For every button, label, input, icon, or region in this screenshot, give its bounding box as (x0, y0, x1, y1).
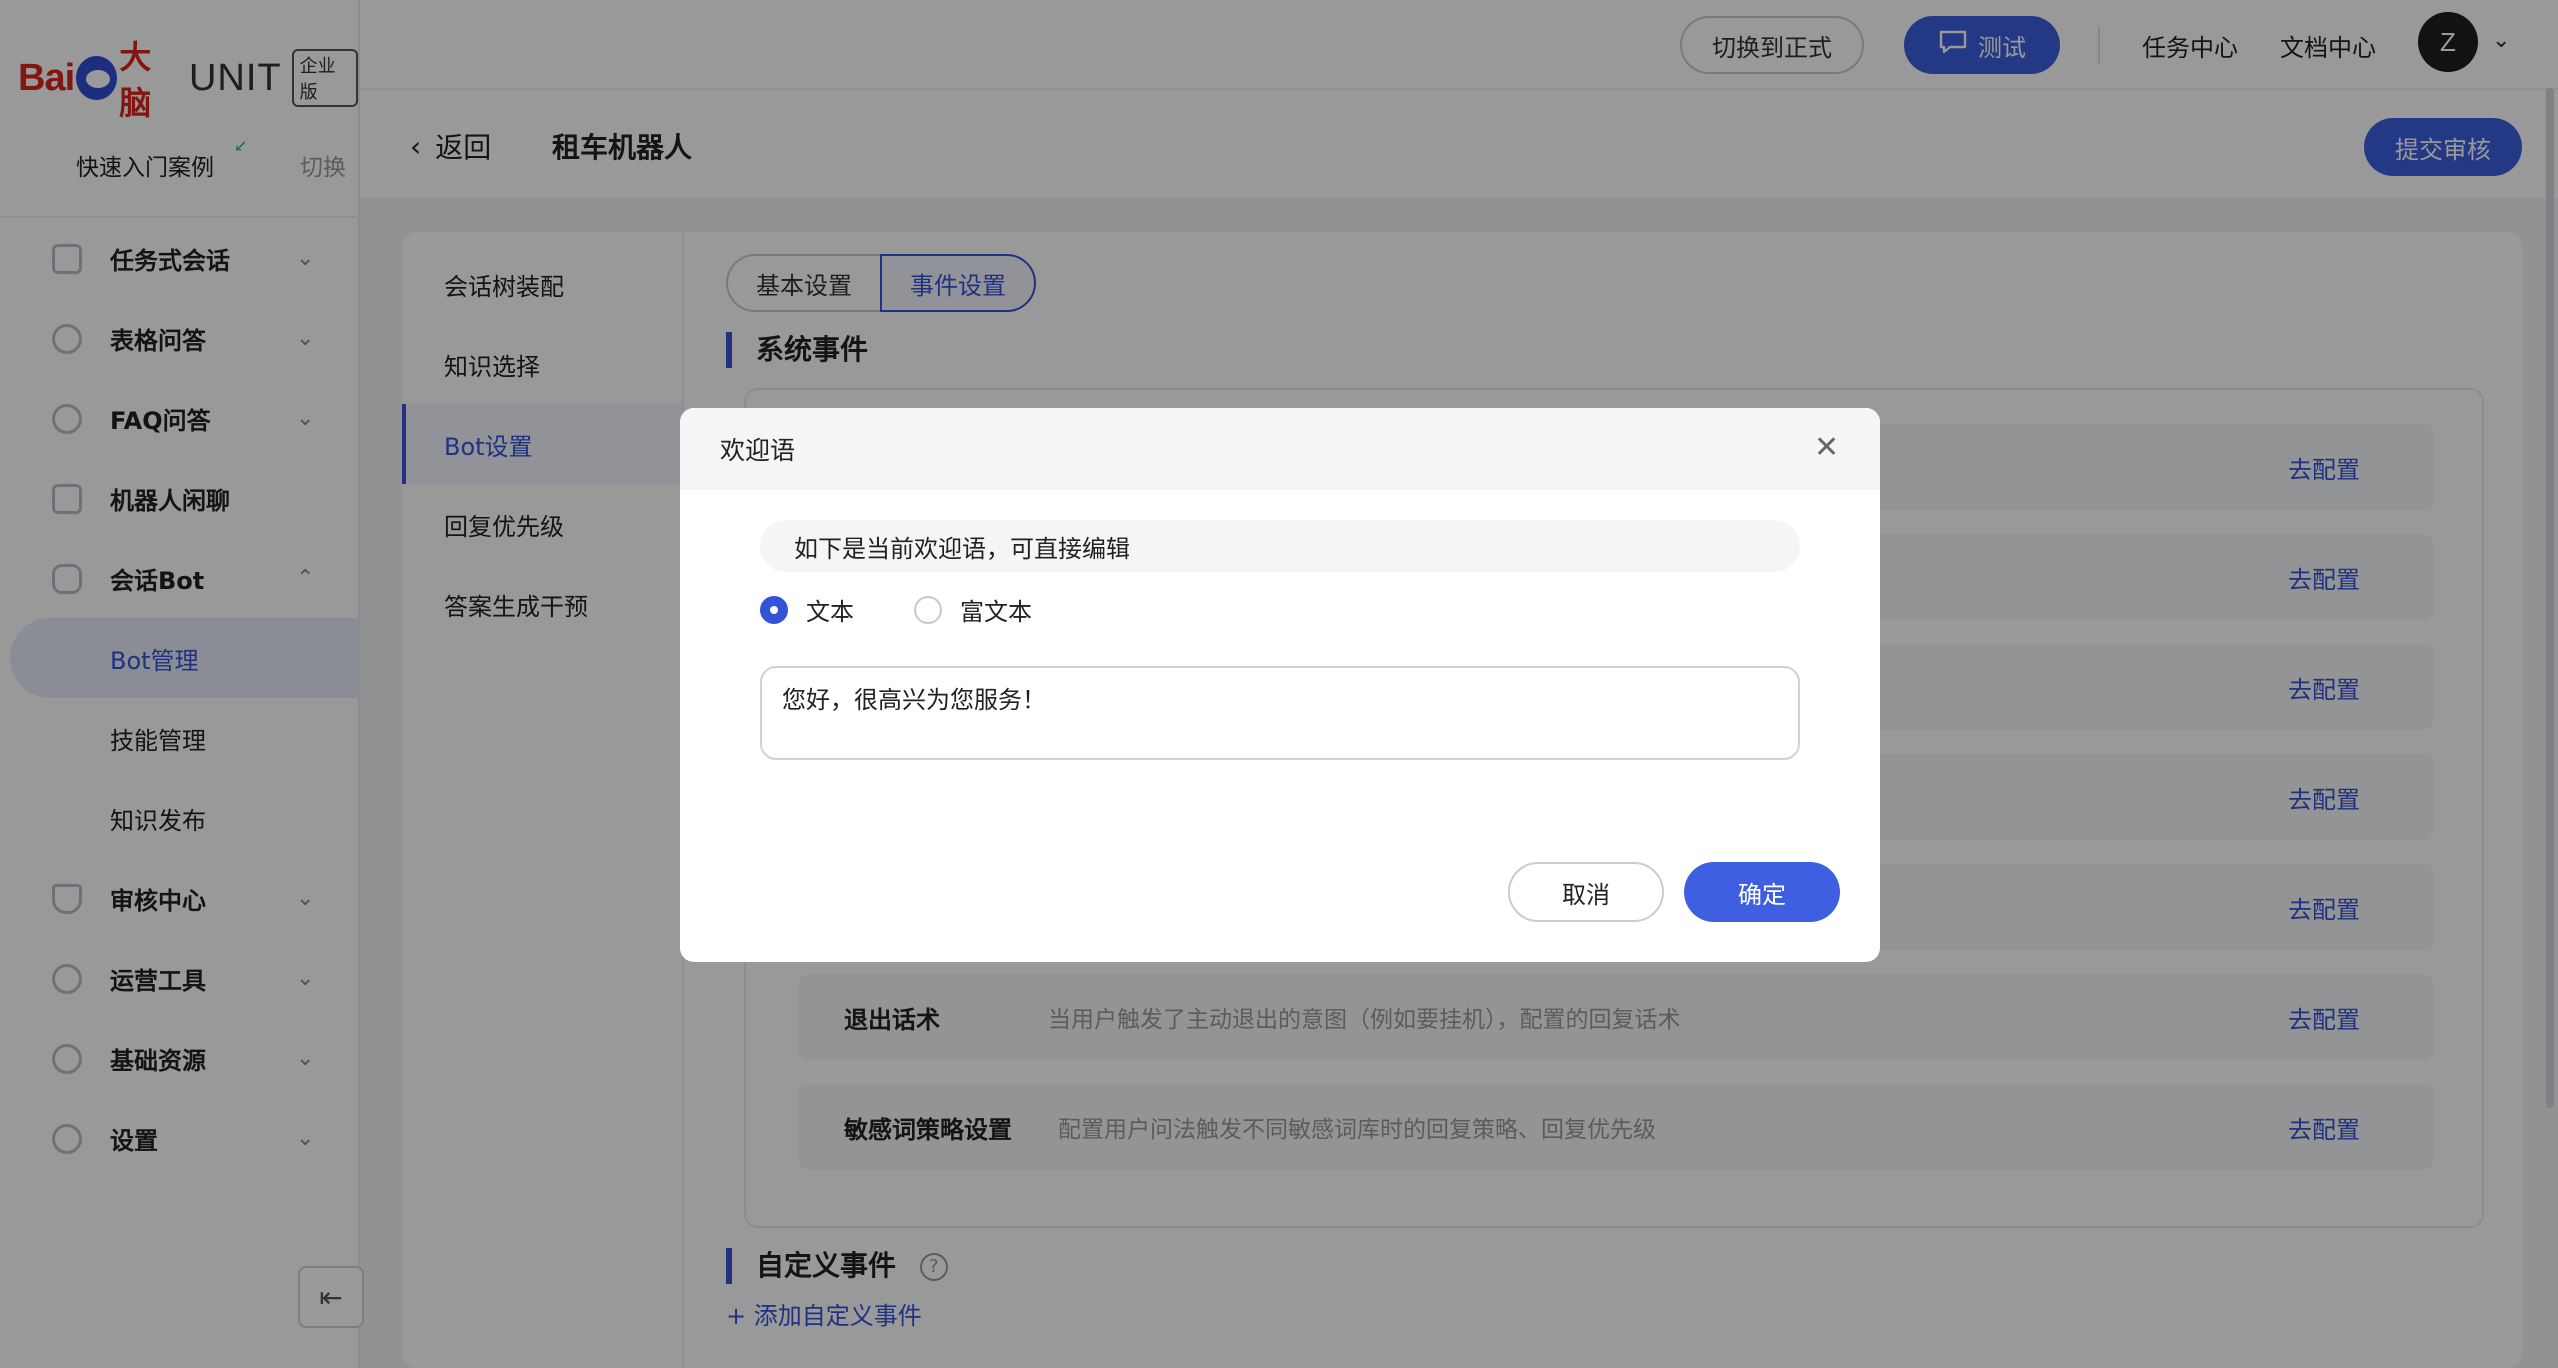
radio-rich-text[interactable] (914, 595, 942, 624)
confirm-button[interactable]: 确定 (1684, 862, 1840, 922)
close-icon[interactable]: ✕ (1814, 430, 1839, 465)
radio-text[interactable] (760, 595, 788, 624)
dialog-header: 欢迎语 ✕ (680, 408, 1880, 490)
radio-text-label[interactable]: 文本 (806, 592, 854, 627)
radio-rich-text-label[interactable]: 富文本 (960, 592, 1032, 627)
dialog-tip-text: 如下是当前欢迎语，可直接编辑 (794, 534, 1130, 563)
greeting-textarea[interactable]: 您好，很高兴为您服务！ (760, 666, 1800, 760)
welcome-message-dialog: 欢迎语 ✕ 如下是当前欢迎语，可直接编辑 文本 富文本 您好，很高兴为您服务！ … (680, 408, 1880, 962)
dialog-title: 欢迎语 (720, 436, 796, 465)
cancel-button[interactable]: 取消 (1508, 862, 1664, 922)
format-radio-group: 文本 富文本 (760, 592, 1032, 627)
dialog-tip: 如下是当前欢迎语，可直接编辑 (760, 520, 1800, 572)
confirm-label: 确定 (1738, 880, 1786, 909)
cancel-label: 取消 (1562, 880, 1610, 909)
